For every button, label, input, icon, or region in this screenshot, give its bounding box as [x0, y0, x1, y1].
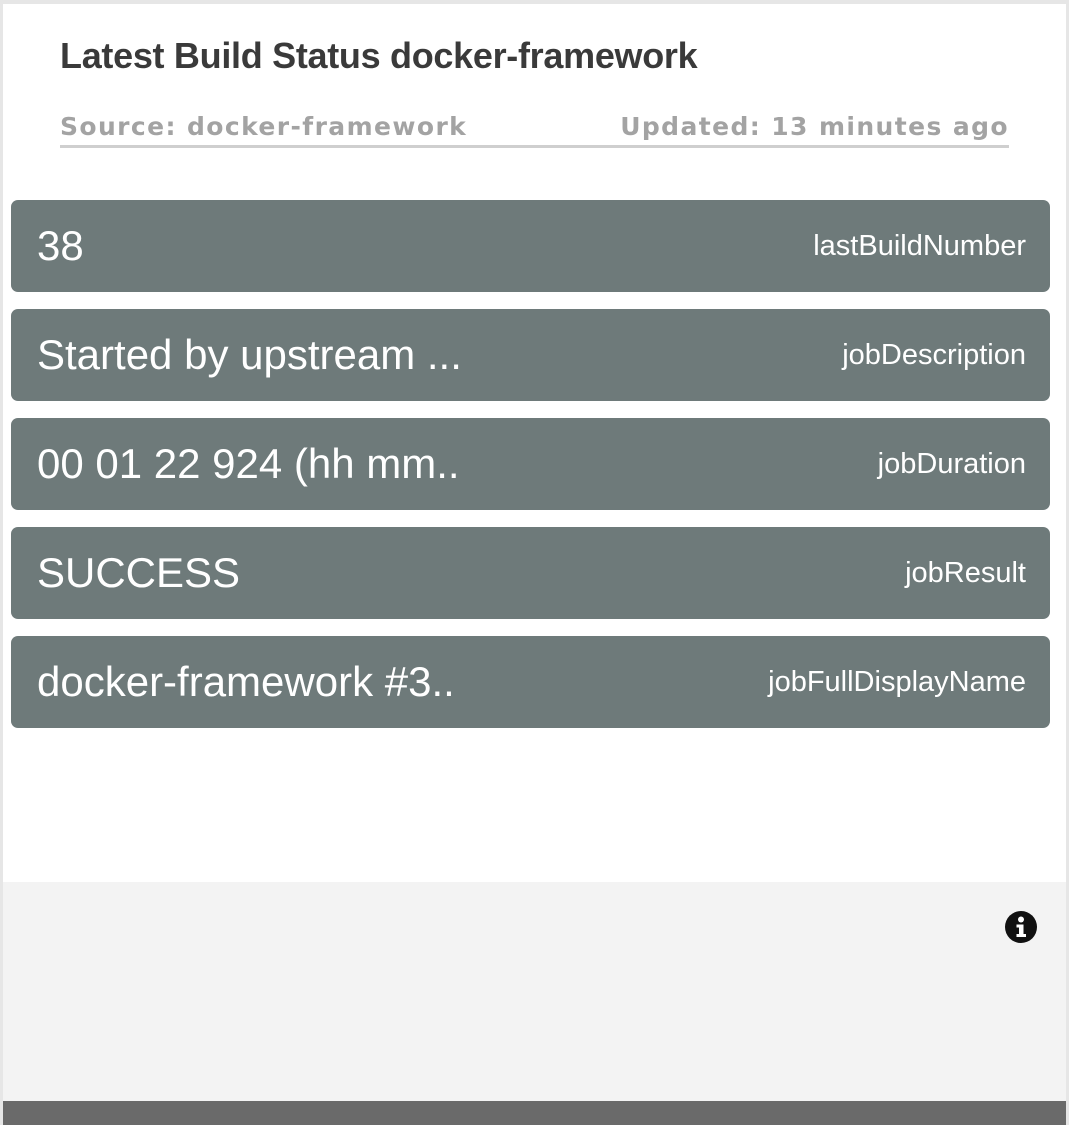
source-label: Source: docker-framework	[60, 112, 468, 141]
metric-value: docker-framework #3..	[37, 658, 455, 705]
widget-header: Latest Build Status docker-framework Sou…	[60, 34, 1009, 148]
bottom-bar	[3, 1101, 1066, 1125]
info-icon-graphic	[1005, 911, 1037, 943]
metric-value: SUCCESS	[37, 549, 241, 596]
metric-row-job-full-display-name: docker-framework #3.. jobFullDisplayName	[11, 636, 1050, 728]
updated-label: Updated: 13 minutes ago	[620, 112, 1009, 141]
metric-row-job-result: SUCCESS jobResult	[11, 527, 1050, 619]
metric-row-job-description: Started by upstream ... jobDescription	[11, 309, 1050, 401]
widget-title: Latest Build Status docker-framework	[60, 35, 698, 76]
build-status-widget: Latest Build Status docker-framework Sou…	[0, 0, 1069, 1125]
metric-row-job-duration: 00 01 22 924 (hh mm.. jobDuration	[11, 418, 1050, 510]
widget-meta: Source: docker-framework Updated: 13 min…	[60, 108, 1009, 148]
metric-value: 00 01 22 924 (hh mm..	[37, 440, 460, 487]
widget-footer	[3, 882, 1066, 1101]
metric-row-last-build-number: 38 lastBuildNumber	[11, 200, 1050, 292]
metric-key: jobDuration	[877, 447, 1026, 480]
metric-value: 38	[37, 222, 84, 269]
metric-key: lastBuildNumber	[813, 229, 1026, 262]
metric-key: jobDescription	[842, 338, 1026, 371]
metric-value: Started by upstream ...	[37, 331, 462, 378]
metric-key: jobFullDisplayName	[768, 665, 1026, 698]
info-icon[interactable]	[1004, 910, 1038, 944]
build-metrics-list: 38 lastBuildNumber Started by upstream .…	[11, 200, 1050, 745]
metric-key: jobResult	[905, 556, 1026, 589]
